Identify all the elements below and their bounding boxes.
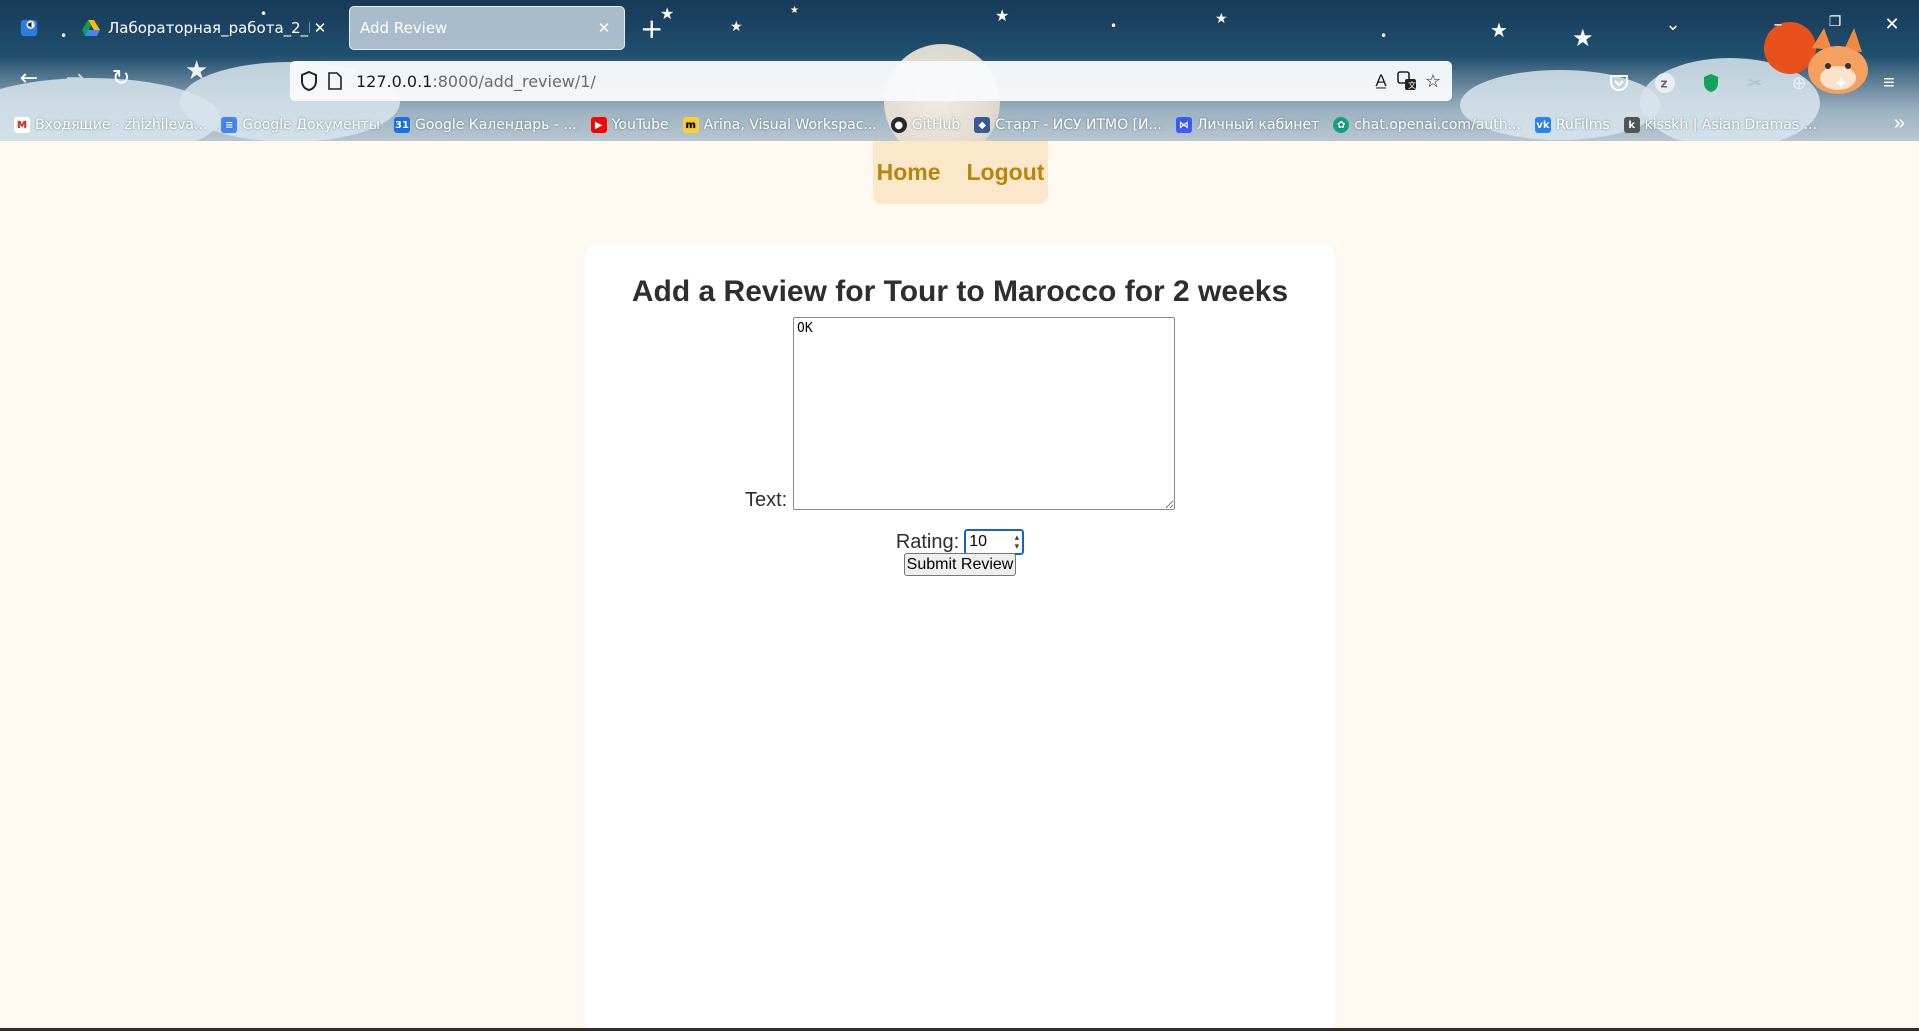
extension-icon[interactable]: ✂ bbox=[1742, 70, 1768, 96]
page-info-icon[interactable] bbox=[322, 68, 348, 94]
forward-arrow-icon[interactable]: → bbox=[58, 66, 92, 98]
review-form-card: Add a Review for Tour to Marocco for 2 w… bbox=[585, 243, 1335, 1031]
page-title: Add a Review for Tour to Marocco for 2 w… bbox=[631, 275, 1289, 308]
rating-value: 10 bbox=[969, 533, 987, 550]
github-icon: ● bbox=[890, 117, 907, 133]
text-label: Text: bbox=[745, 489, 788, 511]
bookmark-label: Старт - ИСУ ИТМО [И... bbox=[995, 117, 1162, 133]
close-icon[interactable]: ✕ bbox=[310, 19, 330, 37]
bookmark-label: Личный кабинет bbox=[1196, 117, 1320, 133]
gmail-icon: M bbox=[14, 117, 30, 133]
extensions-puzzle-icon[interactable]: ✦ bbox=[1828, 70, 1854, 96]
vpn-globe-icon[interactable]: ⊕ bbox=[1786, 70, 1812, 96]
submit-review-button[interactable]: Submit Review bbox=[903, 553, 1017, 576]
restore-icon[interactable]: ❐ bbox=[1820, 14, 1850, 42]
tab-audio[interactable] bbox=[10, 6, 54, 50]
bookmark-google-docs[interactable]: ≡ Google Документы bbox=[221, 117, 380, 133]
bookmark-label: RuFilms bbox=[1555, 117, 1610, 133]
bookmark-label: Входящие - zhizhileva... bbox=[35, 117, 208, 133]
tab-list-chevron-icon[interactable]: ⌄ bbox=[1658, 14, 1688, 42]
google-drive-icon bbox=[82, 19, 100, 37]
spinner-arrows-icon[interactable]: ▴ ▾ bbox=[1015, 533, 1020, 551]
browser-chrome: • • ★ ★ ★ ★ • ★ ★ ★ • ★ Лабораторная_раб… bbox=[0, 0, 1919, 141]
kisskh-icon: k bbox=[1623, 117, 1640, 133]
bookmark-label: chat.openai.com/auth... bbox=[1354, 117, 1521, 133]
page-content: Home Logout Add a Review for Tour to Mar… bbox=[0, 141, 1919, 1031]
svg-text:文: 文 bbox=[1408, 80, 1416, 90]
bookmark-github[interactable]: ● GitHub bbox=[890, 117, 961, 133]
back-arrow-icon[interactable]: ← bbox=[12, 66, 46, 98]
tab-strip: Лабораторная_работа_2_Djan ✕ Add Review … bbox=[0, 0, 1919, 56]
bookmark-label: Google Календарь - ... bbox=[414, 117, 577, 133]
docs-icon: ≡ bbox=[221, 117, 238, 133]
bookmark-label: Arina, Visual Workspac... bbox=[703, 117, 877, 133]
translate-page-icon[interactable]: 文 bbox=[1394, 68, 1420, 94]
translate-icon[interactable]: A̲ bbox=[1368, 68, 1394, 94]
rating-field-row: Rating: 10 ▴ ▾ bbox=[585, 528, 1335, 556]
speaker-icon[interactable] bbox=[20, 19, 38, 37]
bookmark-itmo[interactable]: ◆ Старт - ИСУ ИТМО [И... bbox=[974, 117, 1162, 133]
logout-link[interactable]: Logout bbox=[967, 159, 1045, 186]
shield-icon[interactable] bbox=[296, 68, 322, 94]
bookmark-openai[interactable]: ✿ chat.openai.com/auth... bbox=[1333, 117, 1521, 133]
window-close-icon[interactable]: ✕ bbox=[1877, 14, 1907, 42]
text-field-row: Text: OK bbox=[585, 317, 1335, 512]
close-icon[interactable]: ✕ bbox=[594, 19, 614, 37]
menu-icon[interactable]: ≡ bbox=[1876, 70, 1902, 96]
bookmark-label: YouTube bbox=[611, 117, 669, 133]
bookmark-label: GitHub bbox=[911, 117, 961, 133]
address-bar[interactable]: 127.0.0.1:8000/add_review/1/ A̲ 文 ☆ bbox=[290, 61, 1452, 101]
new-tab-button[interactable]: + bbox=[640, 12, 663, 45]
url-host: 127.0.0.1 bbox=[356, 71, 433, 91]
miro-icon: m bbox=[682, 117, 699, 133]
rating-label: Rating: bbox=[895, 530, 960, 553]
vk-icon: vk bbox=[1534, 117, 1551, 133]
navigation-bar: ← → ↻ 127.0.0.1:8000/add_review/1/ A̲ 文 … bbox=[0, 58, 1919, 106]
bookmarks-bar: M Входящие - zhizhileva... ≡ Google Докуме… bbox=[0, 110, 1919, 140]
bookmark-miro[interactable]: m Arina, Visual Workspac... bbox=[682, 117, 877, 133]
bookmark-rufilms[interactable]: vk RuFilms bbox=[1534, 117, 1610, 133]
extension-z-icon[interactable]: z bbox=[1652, 70, 1678, 96]
bookmark-label: Google Документы bbox=[242, 117, 380, 133]
site-nav: Home Logout bbox=[873, 141, 1048, 204]
bookmark-cabinet[interactable]: ⋈ Личный кабинет bbox=[1175, 117, 1320, 133]
bookmark-youtube[interactable]: ▶ YouTube bbox=[590, 117, 669, 133]
home-link[interactable]: Home bbox=[877, 159, 941, 186]
bookmark-label: kisskh | Asian Dramas ... bbox=[1644, 117, 1817, 133]
bookmark-gmail[interactable]: M Входящие - zhizhileva... bbox=[14, 117, 207, 133]
minimize-icon[interactable]: – bbox=[1763, 14, 1793, 42]
youtube-icon: ▶ bbox=[590, 117, 607, 133]
tab-add-review[interactable]: Add Review ✕ bbox=[349, 6, 625, 50]
calendar-icon: 31 bbox=[393, 117, 410, 133]
reload-icon[interactable]: ↻ bbox=[104, 66, 138, 98]
bookmark-kisskh[interactable]: k kisskh | Asian Dramas ... bbox=[1623, 117, 1817, 133]
submit-row: Submit Review bbox=[585, 553, 1335, 576]
adblock-shield-icon[interactable] bbox=[1698, 70, 1724, 96]
rating-number-input[interactable]: 10 ▴ ▾ bbox=[963, 528, 1026, 556]
tab-label: Лабораторная_работа_2_Djan bbox=[108, 19, 310, 37]
bookmark-star-icon[interactable]: ☆ bbox=[1420, 68, 1446, 94]
pocket-icon[interactable] bbox=[1606, 70, 1632, 96]
chevron-double-right-icon[interactable]: » bbox=[1894, 112, 1905, 135]
url-path: :8000/add_review/1/ bbox=[432, 71, 596, 91]
openai-icon: ✿ bbox=[1333, 117, 1350, 133]
itmo-icon: ◆ bbox=[974, 117, 991, 133]
bookmark-google-calendar[interactable]: 31 Google Календарь - ... bbox=[393, 117, 577, 133]
tab-lab-work[interactable]: Лабораторная_работа_2_Djan ✕ bbox=[72, 6, 340, 50]
review-text-area[interactable]: OK bbox=[793, 317, 1175, 510]
tab-label: Add Review bbox=[360, 19, 448, 37]
cabinet-icon: ⋈ bbox=[1175, 117, 1192, 133]
svg-text:z: z bbox=[1661, 77, 1668, 91]
url-text[interactable]: 127.0.0.1:8000/add_review/1/ bbox=[356, 72, 596, 91]
